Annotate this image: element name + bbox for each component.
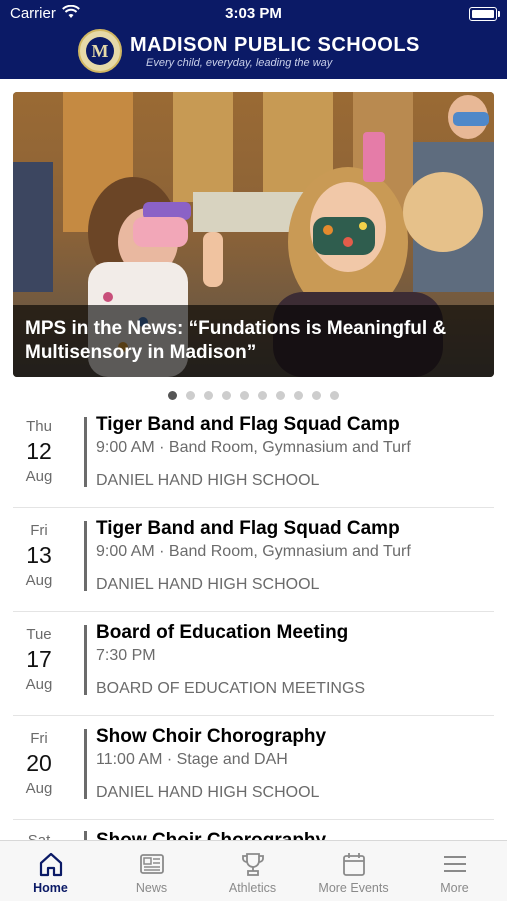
tab-more-events[interactable]: More Events (303, 841, 404, 901)
event-month: Aug (25, 676, 53, 693)
event-weekday: Fri (30, 730, 48, 747)
pager-dot[interactable] (312, 391, 321, 400)
tab-athletics[interactable]: Athletics (202, 841, 303, 901)
events-list: Thu 12 Aug Tiger Band and Flag Squad Cam… (13, 404, 494, 820)
event-weekday: Sat (13, 832, 65, 840)
tab-bar: Home News Athletics More Events More (0, 840, 507, 901)
pager-dot[interactable] (276, 391, 285, 400)
carousel-pager[interactable] (0, 387, 507, 400)
event-weekday: Fri (30, 522, 48, 539)
event-item[interactable]: Fri 20 Aug Show Choir Chorography 11:00 … (13, 716, 494, 820)
event-month: Aug (25, 780, 53, 797)
pager-dot[interactable] (204, 391, 213, 400)
tab-more-events-label: More Events (318, 881, 389, 895)
carousel-caption[interactable]: MPS in the News: “Fundations is Meaningf… (13, 305, 494, 377)
pager-dot[interactable] (222, 391, 231, 400)
event-day: 20 (26, 750, 52, 776)
calendar-icon (343, 853, 365, 876)
newspaper-icon (140, 854, 164, 874)
event-weekday: Tue (26, 626, 52, 643)
tab-home[interactable]: Home (0, 841, 101, 901)
tab-more-label: More (440, 881, 469, 895)
news-carousel[interactable]: MPS in the News: “Fundations is Meaningf… (13, 92, 494, 377)
pager-dot[interactable] (186, 391, 195, 400)
event-divider (84, 417, 87, 487)
tab-news-label: News (135, 881, 168, 895)
event-day: 12 (26, 438, 52, 464)
app-title: MADISON PUBLIC SCHOOLS (130, 34, 420, 56)
event-day: 17 (26, 646, 52, 672)
event-title: Board of Education Meeting (96, 622, 349, 643)
status-bar: Carrier 3:03 PM (0, 0, 507, 28)
event-item[interactable]: Fri 13 Aug Tiger Band and Flag Squad Cam… (13, 508, 494, 612)
pager-dot[interactable] (240, 391, 249, 400)
event-item[interactable]: Tue 17 Aug Board of Education Meeting 7:… (13, 612, 494, 716)
app-header: Carrier 3:03 PM M MADISON PUBLIC SCHOOLS… (0, 0, 507, 79)
event-time-location: 9:00 AM · Band Room, Gymnasium and Turf (96, 439, 411, 456)
event-item[interactable]: Thu 12 Aug Tiger Band and Flag Squad Cam… (13, 404, 494, 508)
event-day: 13 (26, 542, 52, 568)
battery-icon (469, 7, 500, 21)
tab-news[interactable]: News (101, 841, 202, 901)
pager-dot-active[interactable] (168, 391, 177, 400)
app-tagline: Every child, everyday, leading the way (146, 57, 333, 69)
event-month: Aug (25, 468, 53, 485)
event-title: Tiger Band and Flag Squad Camp (96, 414, 400, 435)
brand: M MADISON PUBLIC SCHOOLS Every child, ev… (78, 29, 438, 75)
event-venue: DANIEL HAND HIGH SCHOOL (96, 784, 320, 801)
event-time-location: 11:00 AM · Stage and DAH (96, 751, 288, 768)
trophy-icon (242, 853, 264, 876)
event-title: Show Choir Chorography (96, 830, 326, 840)
event-month: Aug (25, 572, 53, 589)
event-time-location: 7:30 PM (96, 647, 156, 664)
home-icon (39, 852, 63, 877)
event-item-partial[interactable]: Sat Show Choir Chorography (13, 814, 494, 840)
status-time: 3:03 PM (225, 5, 282, 22)
event-venue: DANIEL HAND HIGH SCHOOL (96, 576, 320, 593)
event-title: Show Choir Chorography (96, 726, 327, 747)
tab-athletics-label: Athletics (228, 881, 277, 895)
event-divider (84, 729, 87, 799)
event-divider (84, 625, 87, 695)
event-divider (84, 831, 87, 840)
event-time-location: 9:00 AM · Band Room, Gymnasium and Turf (96, 543, 411, 560)
menu-icon (444, 856, 466, 872)
logo-letter: M (86, 37, 114, 65)
pager-dot[interactable] (330, 391, 339, 400)
event-title: Tiger Band and Flag Squad Camp (96, 518, 400, 539)
tab-more[interactable]: More (404, 841, 505, 901)
event-weekday: Thu (26, 418, 52, 435)
event-divider (84, 521, 87, 591)
pager-dot[interactable] (294, 391, 303, 400)
pager-dot[interactable] (258, 391, 267, 400)
event-venue: DANIEL HAND HIGH SCHOOL (96, 472, 320, 489)
event-venue: BOARD OF EDUCATION MEETINGS (96, 680, 366, 697)
tab-home-label: Home (33, 881, 68, 895)
district-logo: M (78, 29, 122, 73)
